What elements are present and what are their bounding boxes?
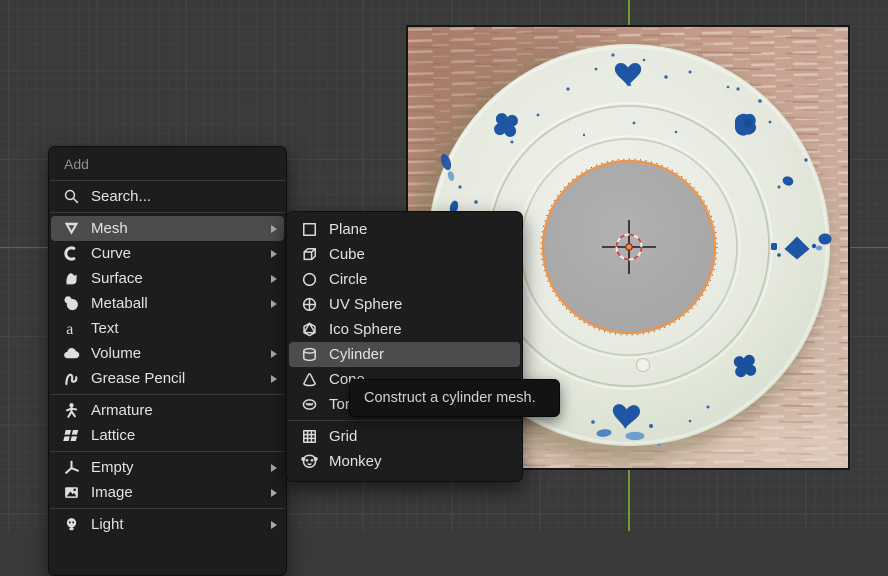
menu-item-circle[interactable]: Circle	[287, 267, 522, 292]
mesh-submenu: Plane Cube Circle UV Sphere Ico Sphere	[286, 211, 523, 482]
cone-icon	[301, 371, 318, 388]
search-icon	[63, 188, 80, 205]
menu-item-grease-pencil[interactable]: Grease Pencil	[49, 366, 286, 391]
curve-icon	[63, 245, 80, 262]
ico-sphere-icon	[301, 321, 318, 338]
light-icon	[63, 516, 80, 533]
uv-sphere-icon	[301, 296, 318, 313]
menu-item-label: Light	[91, 516, 260, 533]
menu-item-label: Volume	[91, 345, 260, 362]
menu-item-label: Empty	[91, 459, 260, 476]
menu-item-cube[interactable]: Cube	[287, 242, 522, 267]
menu-item-plane[interactable]: Plane	[287, 217, 522, 242]
menu-item-mesh[interactable]: Mesh	[51, 216, 284, 241]
menu-item-label: Mesh	[91, 220, 260, 237]
menu-item-label: Plane	[329, 221, 513, 238]
menu-item-surface[interactable]: Surface	[49, 266, 286, 291]
grid-icon	[301, 428, 318, 445]
menu-item-empty[interactable]: Empty	[49, 455, 286, 480]
add-menu-title: Add	[49, 151, 286, 177]
tooltip-text: Construct a cylinder mesh.	[364, 390, 536, 406]
text-icon: a	[63, 320, 80, 337]
menu-item-light[interactable]: Light	[49, 512, 286, 537]
menu-item-grid[interactable]: Grid	[287, 424, 522, 449]
menu-item-label: Armature	[91, 402, 260, 419]
menu-item-monkey[interactable]: Monkey	[287, 449, 522, 474]
mesh-icon	[63, 220, 80, 237]
menu-item-curve[interactable]: Curve	[49, 241, 286, 266]
metaball-icon	[63, 295, 80, 312]
svg-text:a: a	[66, 321, 73, 337]
cube-icon	[301, 246, 318, 263]
image-icon	[63, 484, 80, 501]
submenu-arrow-icon	[271, 464, 277, 472]
3d-viewport[interactable]: Add Search... Mesh Curve	[0, 0, 888, 531]
submenu-arrow-icon	[271, 275, 277, 283]
menu-item-label: Metaball	[91, 295, 260, 312]
menu-item-label: Cylinder	[329, 346, 513, 363]
submenu-arrow-icon	[271, 225, 277, 233]
menu-separator	[288, 420, 521, 421]
menu-item-label: Lattice	[91, 427, 260, 444]
submenu-arrow-icon	[271, 300, 277, 308]
menu-separator	[50, 212, 285, 213]
submenu-arrow-icon	[271, 350, 277, 358]
menu-item-image[interactable]: Image	[49, 480, 286, 505]
menu-item-lattice[interactable]: Lattice	[49, 423, 286, 448]
volume-icon	[63, 345, 80, 362]
menu-item-label: Grease Pencil	[91, 370, 260, 387]
menu-separator	[50, 180, 285, 181]
menu-item-uv-sphere[interactable]: UV Sphere	[287, 292, 522, 317]
surface-icon	[63, 270, 80, 287]
menu-item-metaball[interactable]: Metaball	[49, 291, 286, 316]
menu-item-search[interactable]: Search...	[49, 184, 286, 209]
menu-item-armature[interactable]: Armature	[49, 398, 286, 423]
menu-item-label: Image	[91, 484, 260, 501]
menu-item-label: Search...	[91, 188, 260, 205]
grease-pencil-icon	[63, 370, 80, 387]
submenu-arrow-icon	[271, 250, 277, 258]
menu-item-label: Ico Sphere	[329, 321, 513, 338]
add-menu: Add Search... Mesh Curve	[48, 146, 287, 576]
menu-item-volume[interactable]: Volume	[49, 341, 286, 366]
menu-item-text[interactable]: a Text	[49, 316, 286, 341]
menu-item-label: Text	[91, 320, 260, 337]
menu-item-ico-sphere[interactable]: Ico Sphere	[287, 317, 522, 342]
menu-separator	[50, 508, 285, 509]
lattice-icon	[63, 427, 80, 444]
submenu-arrow-icon	[271, 521, 277, 529]
menu-separator	[50, 394, 285, 395]
menu-item-label: Grid	[329, 428, 513, 445]
menu-item-label: Surface	[91, 270, 260, 287]
menu-item-label: Circle	[329, 271, 513, 288]
menu-item-label: Monkey	[329, 453, 513, 470]
blender-3d-viewport-screenshot: { "add_menu": { "title": "Add", "search_…	[0, 0, 888, 531]
menu-item-cylinder[interactable]: Cylinder	[289, 342, 520, 367]
tooltip: Construct a cylinder mesh.	[349, 379, 560, 417]
monkey-icon	[301, 453, 318, 470]
circle-icon	[301, 271, 318, 288]
menu-item-label: Curve	[91, 245, 260, 262]
torus-icon	[301, 396, 318, 413]
submenu-arrow-icon	[271, 375, 277, 383]
cylinder-icon	[301, 346, 318, 363]
armature-icon	[63, 402, 80, 419]
submenu-arrow-icon	[271, 489, 277, 497]
menu-separator	[50, 451, 285, 452]
menu-item-label: UV Sphere	[329, 296, 513, 313]
plane-icon	[301, 221, 318, 238]
empty-icon	[63, 459, 80, 476]
menu-item-label: Cube	[329, 246, 513, 263]
